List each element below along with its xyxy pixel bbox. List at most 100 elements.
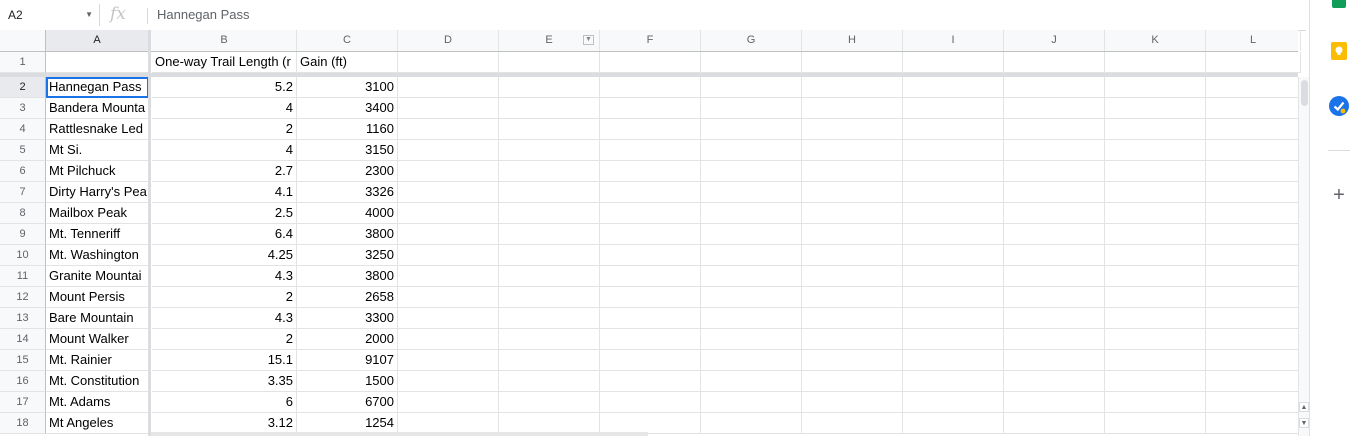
cell[interactable]: [701, 77, 802, 98]
cell[interactable]: 2658: [297, 287, 398, 308]
cell[interactable]: Bandera Mounta: [46, 98, 149, 119]
cell[interactable]: [1004, 308, 1105, 329]
cell[interactable]: Mt. Washington: [46, 245, 149, 266]
cell[interactable]: 6: [152, 392, 297, 413]
cell[interactable]: [1206, 266, 1301, 287]
cell[interactable]: [802, 77, 903, 98]
row-header[interactable]: 6: [0, 161, 46, 182]
cell[interactable]: [499, 392, 600, 413]
cell[interactable]: [1105, 413, 1206, 434]
column-header-l[interactable]: L: [1206, 30, 1301, 51]
cell[interactable]: 3300: [297, 308, 398, 329]
cell[interactable]: Mailbox Peak: [46, 203, 149, 224]
cell[interactable]: [1206, 140, 1301, 161]
cell[interactable]: [1105, 266, 1206, 287]
cell[interactable]: [600, 119, 701, 140]
cell[interactable]: [1206, 161, 1301, 182]
cell[interactable]: Mt. Rainier: [46, 350, 149, 371]
cell[interactable]: [701, 308, 802, 329]
cell[interactable]: [1206, 413, 1301, 434]
cell[interactable]: [802, 392, 903, 413]
cell[interactable]: [398, 182, 499, 203]
cell[interactable]: [499, 350, 600, 371]
cell[interactable]: [499, 287, 600, 308]
cell[interactable]: [1004, 413, 1105, 434]
cell[interactable]: [1004, 182, 1105, 203]
cell[interactable]: [802, 308, 903, 329]
header-cell[interactable]: [499, 52, 600, 73]
cell[interactable]: [1004, 161, 1105, 182]
cell[interactable]: 3100: [297, 77, 398, 98]
cell[interactable]: [1004, 287, 1105, 308]
row-header[interactable]: 8: [0, 203, 46, 224]
cell[interactable]: [499, 140, 600, 161]
keep-icon[interactable]: [1328, 40, 1350, 62]
cell[interactable]: 2.5: [152, 203, 297, 224]
row-header[interactable]: 12: [0, 287, 46, 308]
cell[interactable]: [1105, 203, 1206, 224]
cell[interactable]: [499, 182, 600, 203]
row-header[interactable]: 3: [0, 98, 46, 119]
cell[interactable]: [398, 224, 499, 245]
cell[interactable]: [1105, 392, 1206, 413]
cell[interactable]: [499, 413, 600, 434]
cell[interactable]: Mount Walker: [46, 329, 149, 350]
cell[interactable]: [903, 224, 1004, 245]
cell[interactable]: Mount Persis: [46, 287, 149, 308]
filter-icon[interactable]: ▼: [583, 35, 594, 45]
cell[interactable]: [701, 245, 802, 266]
cell[interactable]: 3250: [297, 245, 398, 266]
cell[interactable]: 1160: [297, 119, 398, 140]
header-cell[interactable]: [398, 52, 499, 73]
cell[interactable]: [600, 98, 701, 119]
cell[interactable]: [398, 308, 499, 329]
cell[interactable]: [802, 224, 903, 245]
column-header-f[interactable]: F: [600, 30, 701, 51]
cell[interactable]: [1004, 392, 1105, 413]
column-header-i[interactable]: I: [903, 30, 1004, 51]
column-header-c[interactable]: C: [297, 30, 398, 51]
cell[interactable]: [499, 224, 600, 245]
column-header-a[interactable]: A: [46, 30, 149, 51]
cell[interactable]: [903, 266, 1004, 287]
cell[interactable]: [802, 371, 903, 392]
cell[interactable]: [1004, 329, 1105, 350]
cell[interactable]: [903, 329, 1004, 350]
column-header-d[interactable]: D: [398, 30, 499, 51]
header-cell[interactable]: [802, 52, 903, 73]
cell[interactable]: [903, 413, 1004, 434]
cell[interactable]: 3800: [297, 224, 398, 245]
row-header[interactable]: 10: [0, 245, 46, 266]
cell[interactable]: [1105, 161, 1206, 182]
row-header[interactable]: 14: [0, 329, 46, 350]
active-cell[interactable]: Hannegan Pass: [46, 77, 149, 98]
chevron-down-icon[interactable]: ▼: [85, 4, 93, 26]
cell[interactable]: [802, 329, 903, 350]
cell[interactable]: 6700: [297, 392, 398, 413]
cell[interactable]: 2: [152, 119, 297, 140]
cell[interactable]: [499, 329, 600, 350]
cell[interactable]: 3.12: [152, 413, 297, 434]
cell[interactable]: [701, 98, 802, 119]
cell[interactable]: [600, 182, 701, 203]
cell[interactable]: [701, 371, 802, 392]
cell[interactable]: [1206, 287, 1301, 308]
cell[interactable]: [499, 98, 600, 119]
cell[interactable]: [1004, 140, 1105, 161]
name-box[interactable]: A2 ▼: [0, 4, 100, 26]
cell[interactable]: [398, 392, 499, 413]
cell[interactable]: [1206, 77, 1301, 98]
select-all-corner[interactable]: [0, 30, 46, 51]
cell[interactable]: 9107: [297, 350, 398, 371]
cell[interactable]: 1254: [297, 413, 398, 434]
cell[interactable]: 4000: [297, 203, 398, 224]
cell[interactable]: [903, 98, 1004, 119]
scroll-up-icon[interactable]: ▲: [1299, 402, 1309, 412]
cell[interactable]: 3800: [297, 266, 398, 287]
cell[interactable]: [1004, 371, 1105, 392]
column-header-j[interactable]: J: [1004, 30, 1105, 51]
cell[interactable]: [1105, 350, 1206, 371]
cell[interactable]: Mt Angeles: [46, 413, 149, 434]
cell[interactable]: 2: [152, 287, 297, 308]
cell[interactable]: 4: [152, 140, 297, 161]
